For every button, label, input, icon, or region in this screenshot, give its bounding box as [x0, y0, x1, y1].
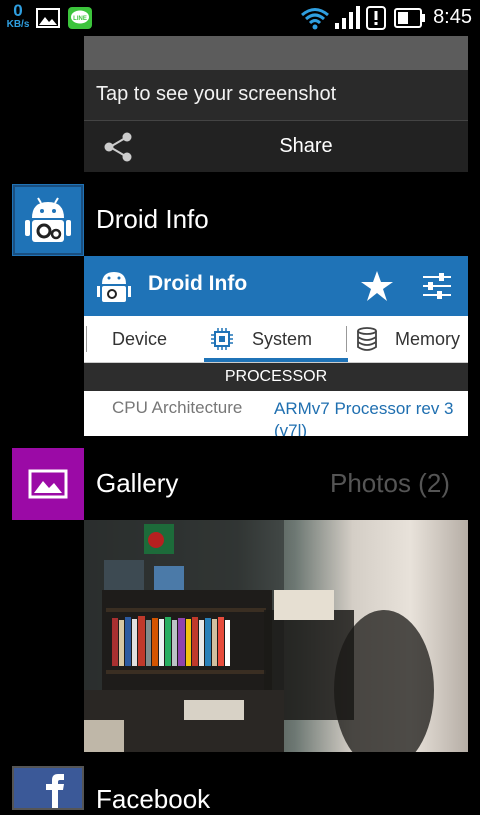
share-label: Share	[279, 135, 333, 157]
star-icon	[361, 271, 393, 301]
tab-separator	[86, 326, 87, 352]
landscape-picture-icon	[28, 469, 68, 499]
tab-system: System	[252, 329, 313, 349]
droid-info-logo-icon	[97, 272, 131, 302]
active-tab-indicator	[204, 358, 348, 362]
screenshot-notification-card[interactable]: Tap to see your screenshot Share	[84, 36, 468, 172]
gallery-app-icon[interactable]	[12, 448, 84, 520]
spec-value-cpu-architecture: ARMv7 Processor rev 3 (v7l)	[274, 399, 454, 436]
droid-info-preview-title: Droid Info	[148, 272, 248, 295]
network-speed: 0 KB/s	[2, 2, 34, 30]
room-photo-image	[84, 520, 434, 752]
tap-to-see-screenshot[interactable]: Tap to see your screenshot	[96, 83, 336, 106]
processor-section-header: PROCESSOR	[84, 363, 468, 391]
share-button[interactable]: Share	[84, 121, 468, 172]
line-app-icon: LINE	[68, 7, 92, 29]
status-clock: 8:45	[433, 6, 472, 28]
database-icon	[357, 327, 377, 351]
android-gear-icon	[13, 185, 83, 255]
gallery-notification-icon	[36, 8, 60, 28]
network-speed-unit: KB/s	[6, 19, 30, 30]
droid-info-tabs: Device System Memory	[84, 316, 468, 363]
gallery-photo-count[interactable]: Photos (2)	[330, 468, 450, 499]
spec-key-cpu-architecture: CPU Architecture	[112, 398, 243, 417]
droid-info-app-icon[interactable]	[12, 184, 84, 256]
battery-icon	[394, 8, 425, 28]
droid-info-preview[interactable]: Droid Info Device System Memory PROCESSO…	[84, 256, 468, 436]
tab-separator	[346, 326, 347, 352]
settings-sliders-icon	[423, 273, 451, 299]
network-speed-value: 0	[13, 1, 23, 20]
screenshot-thumbnail	[84, 36, 468, 70]
facebook-f-icon	[46, 774, 64, 808]
alert-icon	[366, 6, 386, 30]
gallery-photo-preview[interactable]	[84, 520, 468, 752]
chip-icon	[211, 328, 233, 350]
signal-icon	[335, 6, 360, 29]
svg-text:LINE: LINE	[73, 16, 87, 22]
wifi-icon	[301, 8, 329, 30]
droid-info-title[interactable]: Droid Info	[96, 204, 209, 235]
tab-memory: Memory	[395, 329, 461, 349]
tab-device: Device	[112, 329, 168, 349]
status-bar: 0 KB/s LINE 8:45	[0, 0, 480, 36]
facebook-app-icon[interactable]	[12, 766, 84, 810]
gallery-title[interactable]: Gallery	[96, 468, 178, 499]
droid-info-preview-header: Droid Info	[84, 256, 468, 316]
